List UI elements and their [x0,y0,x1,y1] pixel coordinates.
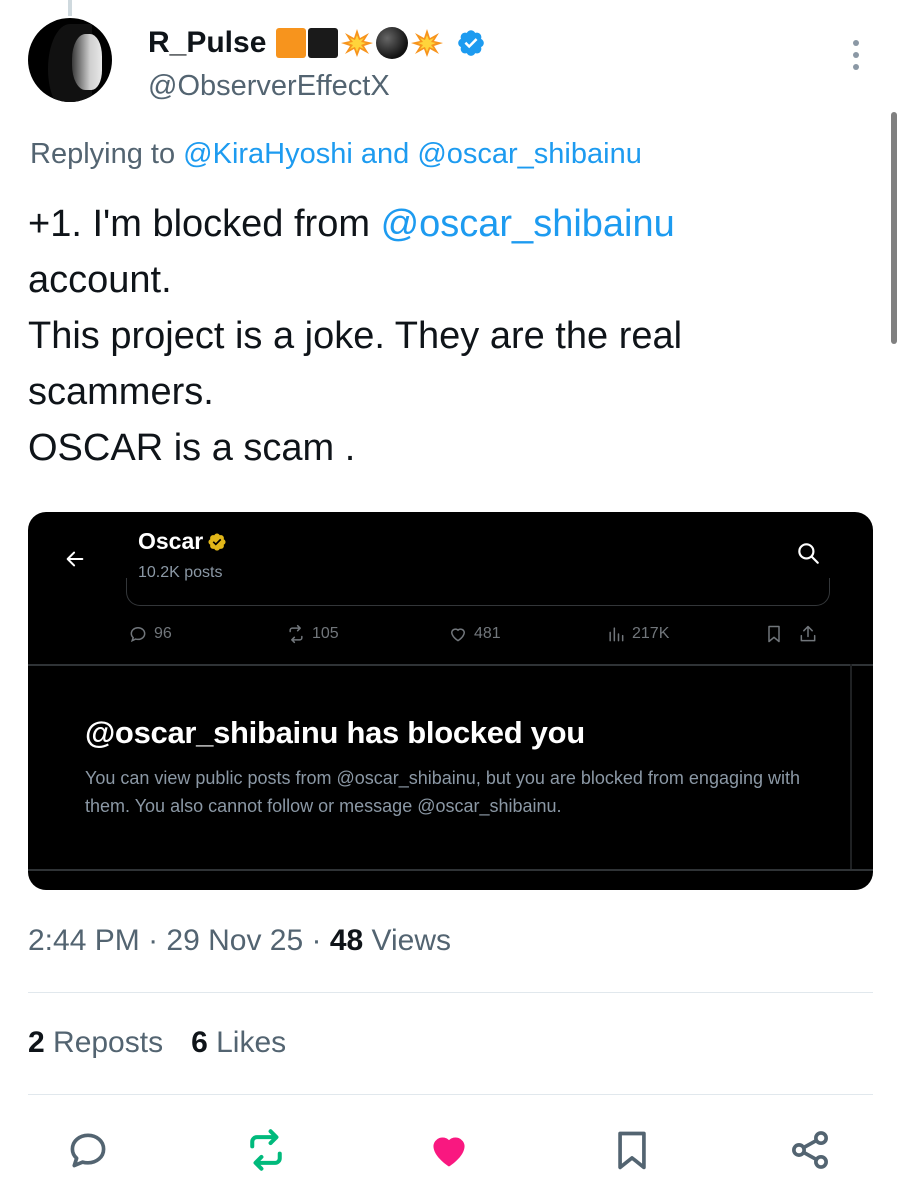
reply-icon [70,1133,106,1168]
collision-emoji-icon-2 [411,29,444,57]
bookmark-button[interactable] [610,1128,654,1172]
reply-button[interactable] [66,1128,110,1172]
tweet-timestamp[interactable]: 2:44 PM · 29 Nov 25 · 48 Views [28,924,451,958]
heart-filled-icon [433,1137,465,1167]
gold-verified-badge-icon [208,532,226,551]
orange-square-emoji-icon [276,28,307,58]
media-profile-name: Oscar [138,528,227,555]
scrollbar[interactable] [891,112,897,344]
collision-emoji-icon [341,29,374,57]
share-button[interactable] [788,1128,832,1172]
repost-icon [289,624,303,644]
media-divider-bottom [28,869,873,871]
share-icon [800,625,816,642]
blocked-notice-description: You can view public posts from @oscar_sh… [85,768,801,816]
media-actions [764,624,818,644]
like-button[interactable] [427,1128,471,1172]
reply-icon [130,626,146,643]
tweet-line: scammers. [28,371,214,413]
media-tab-outline [126,578,830,606]
likes-count-link[interactable]: 6 Likes [191,1026,286,1060]
black-circle-emoji-icon [376,27,409,59]
media-replies-stat: 96 [128,624,172,644]
bookmark-icon [618,1131,646,1170]
repost-button[interactable] [244,1128,288,1172]
views-label: Views [363,924,452,957]
bookmark-icon [768,625,780,643]
media-divider [28,664,873,666]
tweet-text: +1. I'm blocked from @oscar_shibainu acc… [28,196,828,476]
more-options-icon[interactable] [853,40,861,70]
mention-link-oscar-shibainu[interactable]: @oscar_shibainu [417,138,642,170]
media-stats-row: 96 105 481 217K [128,624,838,648]
mention-link-kirahyoshi[interactable]: @KiraHyoshi [183,138,353,170]
black-square-emoji-icon [308,28,339,58]
verified-badge-icon [458,30,485,56]
tweet-line: +1. I'm blocked from @oscar_shibainu [28,203,675,245]
heart-icon [450,628,466,642]
media-likes-stat: 481 [448,624,501,644]
thread-connector-line [68,0,72,16]
attached-screenshot-image[interactable]: Oscar 10.2K posts 96 105 481 217K @oscar… [28,512,873,890]
tweet-line: This project is a joke. They are the rea… [28,315,683,357]
share-icon [792,1131,828,1169]
blocked-notice-title: @oscar_shibainu has blocked you [85,715,585,750]
repost-icon [250,1129,282,1171]
divider [28,1094,873,1095]
media-reposts-stat: 105 [286,624,339,644]
tweet-line: OSCAR is a scam . [28,427,356,469]
search-icon [798,543,819,564]
tweet-mention-link[interactable]: @oscar_shibainu [381,203,675,245]
replying-prefix: Replying to [30,138,184,170]
engagement-counts: 2 Reposts 6 Likes [28,1026,286,1060]
reposts-count-link[interactable]: 2 Reposts [28,1026,163,1060]
divider [28,992,873,993]
back-arrow-icon [66,551,84,567]
author-handle[interactable]: @ObserverEffectX [148,70,390,103]
replying-and: and [352,138,418,170]
display-name-text: R_Pulse [148,26,267,59]
views-count: 48 [329,924,364,957]
tweet-line: account. [28,259,172,301]
name-emoji-decorations [276,27,444,59]
views-chart-icon [609,627,624,642]
author-display-name[interactable]: R_Pulse [148,26,486,60]
author-avatar[interactable] [28,18,112,102]
media-column-edge [850,664,852,869]
media-views-stat: 217K [606,624,669,644]
replying-to: Replying to @KiraHyoshi and @oscar_shiba… [30,138,642,171]
